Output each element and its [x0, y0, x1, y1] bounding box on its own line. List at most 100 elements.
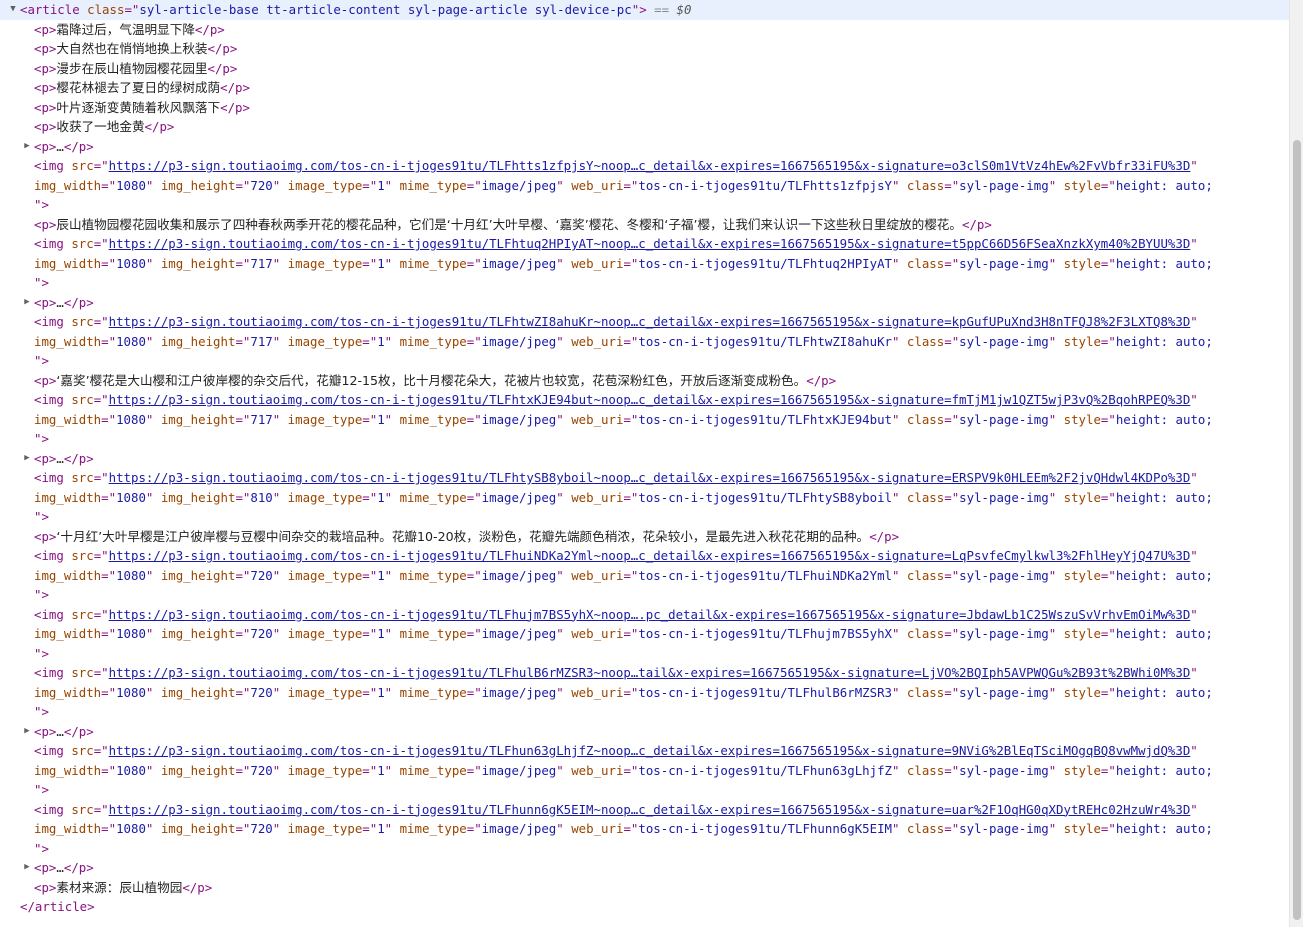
- punct: =": [93, 158, 109, 173]
- img-node-end[interactable]: ">: [0, 195, 1290, 215]
- img-node-attrs[interactable]: img_width="1080" img_height="720" image_…: [0, 566, 1290, 586]
- img-src-link[interactable]: https://p3-sign.toutiaoimg.com/tos-cn-i-…: [109, 392, 1191, 407]
- img-node[interactable]: <img src="https://p3-sign.toutiaoimg.com…: [0, 390, 1290, 410]
- img-node-attrs[interactable]: img_width="1080" img_height="717" image_…: [0, 410, 1290, 430]
- attr-name: class: [899, 489, 945, 505]
- attr-value: syl-page-img: [959, 333, 1049, 349]
- img-node-end[interactable]: ">: [0, 351, 1290, 371]
- img-node[interactable]: <img src="https://p3-sign.toutiaoimg.com…: [0, 234, 1290, 254]
- paragraph-node[interactable]: <p>‘嘉奖’樱花是大山樱和江户彼岸樱的杂交后代，花瓣12-15枚，比十月樱花朵…: [0, 371, 1290, 391]
- img-src-link[interactable]: https://p3-sign.toutiaoimg.com/tos-cn-i-…: [109, 802, 1191, 817]
- img-src-link[interactable]: https://p3-sign.toutiaoimg.com/tos-cn-i-…: [109, 314, 1191, 329]
- paragraph-node[interactable]: <p>辰山植物园樱花园收集和展示了四种春秋两季开花的樱花品种，它们是‘十月红’大…: [0, 215, 1290, 235]
- img-node-end[interactable]: ">: [0, 702, 1290, 722]
- punct: =": [944, 255, 960, 271]
- attr-name: image_type: [280, 333, 363, 349]
- paragraph-node-collapsed[interactable]: ▶ <p>…</p>: [0, 722, 1290, 742]
- attr-value: image/jpeg: [481, 411, 557, 427]
- img-node[interactable]: <img src="https://p3-sign.toutiaoimg.com…: [0, 605, 1290, 625]
- img-node-attrs[interactable]: img_width="1080" img_height="717" image_…: [0, 332, 1290, 352]
- attr-value: height: auto;: [1115, 333, 1213, 349]
- img-node-end[interactable]: ">: [0, 839, 1290, 859]
- paragraph-node[interactable]: <p>收获了一地金黄</p>: [0, 117, 1290, 137]
- attr-value: tos-cn-i-tjoges91tu/TLFhtySB8yboil: [638, 489, 892, 505]
- img-node[interactable]: <img src="https://p3-sign.toutiaoimg.com…: [0, 312, 1290, 332]
- paragraph-node[interactable]: <p>霜降过后，气温明显下降</p>: [0, 20, 1290, 40]
- img-node-end[interactable]: ">: [0, 780, 1290, 800]
- attr-value: tos-cn-i-tjoges91tu/TLFhtuq2HPIyAT: [638, 255, 892, 271]
- attr-name: mime_type: [392, 821, 467, 836]
- attr-name: class: [899, 333, 945, 349]
- img-node[interactable]: <img src="https://p3-sign.toutiaoimg.com…: [0, 800, 1290, 820]
- img-node-end[interactable]: ">: [0, 429, 1290, 449]
- img-src-link[interactable]: https://p3-sign.toutiaoimg.com/tos-cn-i-…: [109, 743, 1191, 758]
- img-node[interactable]: <img src="https://p3-sign.toutiaoimg.com…: [0, 156, 1290, 176]
- img-node-attrs[interactable]: img_width="1080" img_height="720" image_…: [0, 761, 1290, 781]
- paragraph-node[interactable]: <p>素材来源：辰山植物园</p>: [0, 878, 1290, 898]
- img-node-attrs[interactable]: img_width="1080" img_height="810" image_…: [0, 488, 1290, 508]
- paragraph-node[interactable]: <p>叶片逐渐变黄随着秋风飘落下</p>: [0, 98, 1290, 118]
- attr-name: class: [899, 684, 945, 700]
- article-open-tag[interactable]: ▼ <article class="syl-article-base tt-art…: [0, 0, 1290, 20]
- img-src-link[interactable]: https://p3-sign.toutiaoimg.com/tos-cn-i-…: [109, 470, 1191, 485]
- collapse-triangle-icon[interactable]: ▼: [8, 0, 18, 20]
- paragraph-node-collapsed[interactable]: ▶ <p>…</p>: [0, 449, 1290, 469]
- img-src-link[interactable]: https://p3-sign.toutiaoimg.com/tos-cn-i-…: [109, 665, 1191, 680]
- vertical-scrollbar[interactable]: [1289, 0, 1303, 927]
- img-node-end[interactable]: ">: [0, 585, 1290, 605]
- img-node[interactable]: <img src="https://p3-sign.toutiaoimg.com…: [0, 663, 1290, 683]
- img-node-end[interactable]: ">: [0, 273, 1290, 293]
- img-node-end[interactable]: ">: [0, 507, 1290, 527]
- paragraph-node[interactable]: <p>大自然也在悄悄地换上秋装</p>: [0, 39, 1290, 59]
- punct: =": [623, 821, 639, 836]
- punct: =": [1100, 411, 1116, 427]
- punct: ": [556, 333, 564, 349]
- paragraph-node-collapsed[interactable]: ▶ <p>…</p>: [0, 293, 1290, 313]
- expand-triangle-icon[interactable]: ▶: [22, 137, 32, 157]
- punct: =": [93, 606, 109, 622]
- attr-name: src: [71, 470, 94, 485]
- img-node-attrs[interactable]: img_width="1080" img_height="717" image_…: [0, 254, 1290, 274]
- attr-name: src: [71, 392, 94, 407]
- attr-name: img_height: [153, 255, 236, 271]
- elements-tree[interactable]: ▼ <article class="syl-article-base tt-art…: [0, 0, 1290, 927]
- attr-name: image_type: [280, 821, 363, 836]
- punct: =": [235, 255, 251, 271]
- expand-triangle-icon[interactable]: ▶: [22, 722, 32, 742]
- img-node-attrs[interactable]: img_width="1080" img_height="720" image_…: [0, 176, 1290, 196]
- paragraph-node-collapsed[interactable]: ▶ <p>…</p>: [0, 137, 1290, 157]
- expand-triangle-icon[interactable]: ▶: [22, 293, 32, 313]
- tag-close: ">: [34, 197, 49, 212]
- paragraph-node[interactable]: <p>‘十月红’大叶早樱是江户彼岸樱与豆樱中间杂交的栽培品种。花瓣10-20枚，…: [0, 527, 1290, 547]
- tag-open: <img: [34, 158, 72, 173]
- img-node[interactable]: <img src="https://p3-sign.toutiaoimg.com…: [0, 741, 1290, 761]
- punct: =": [101, 684, 117, 700]
- paragraph-node[interactable]: <p>樱花林褪去了夏日的绿树成荫</p>: [0, 78, 1290, 98]
- img-src-link[interactable]: https://p3-sign.toutiaoimg.com/tos-cn-i-…: [109, 607, 1191, 622]
- img-node[interactable]: <img src="https://p3-sign.toutiaoimg.com…: [0, 468, 1290, 488]
- img-src-link[interactable]: https://p3-sign.toutiaoimg.com/tos-cn-i-…: [109, 548, 1191, 563]
- article-close-tag[interactable]: </article>: [0, 897, 1290, 917]
- tag-open: <p>: [34, 21, 57, 37]
- paragraph-node-collapsed[interactable]: ▶ <p>…</p>: [0, 858, 1290, 878]
- expand-triangle-icon[interactable]: ▶: [22, 858, 32, 878]
- paragraph-node[interactable]: <p>漫步在辰山植物园樱花园里</p>: [0, 59, 1290, 79]
- tag-close: </article>: [20, 899, 95, 914]
- tag-open: <img: [34, 665, 72, 680]
- scrollbar-thumb[interactable]: [1293, 140, 1301, 920]
- img-node-attrs[interactable]: img_width="1080" img_height="720" image_…: [0, 683, 1290, 703]
- img-node-attrs[interactable]: img_width="1080" img_height="720" image_…: [0, 624, 1290, 644]
- punct: =": [93, 314, 109, 329]
- attr-value: syl-page-img: [959, 821, 1049, 836]
- attr-value: 1: [377, 177, 385, 193]
- attr-value: 1: [377, 333, 385, 349]
- img-node[interactable]: <img src="https://p3-sign.toutiaoimg.com…: [0, 546, 1290, 566]
- expand-triangle-icon[interactable]: ▶: [22, 449, 32, 469]
- tag-close: ">: [34, 509, 49, 524]
- punct: ": [1190, 548, 1198, 563]
- img-node-attrs[interactable]: img_width="1080" img_height="720" image_…: [0, 819, 1290, 839]
- attr-value: syl-page-img: [959, 411, 1049, 427]
- img-src-link[interactable]: https://p3-sign.toutiaoimg.com/tos-cn-i-…: [109, 158, 1191, 173]
- img-src-link[interactable]: https://p3-sign.toutiaoimg.com/tos-cn-i-…: [109, 236, 1191, 251]
- img-node-end[interactable]: ">: [0, 644, 1290, 664]
